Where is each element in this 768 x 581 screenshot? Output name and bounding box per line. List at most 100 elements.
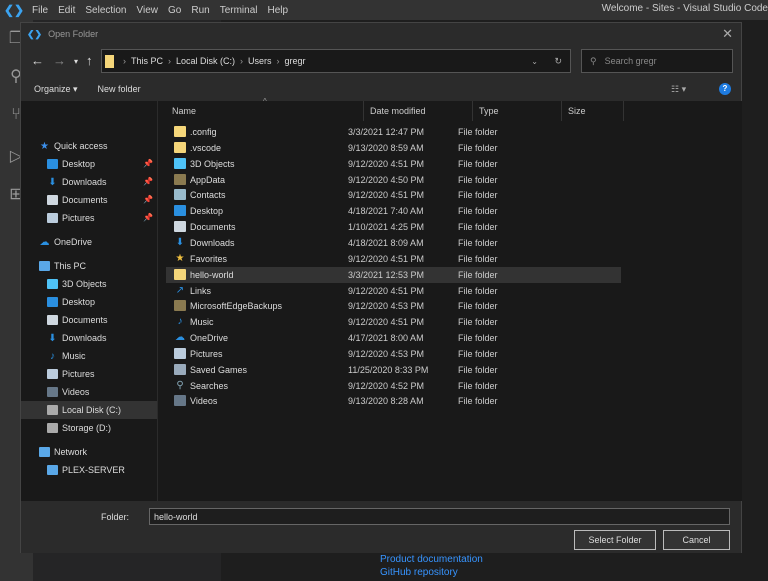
new-folder-button[interactable]: New folder bbox=[98, 84, 141, 94]
file-row[interactable]: ♪ Music 9/12/2020 4:51 PM File folder bbox=[166, 314, 621, 330]
menu-go[interactable]: Go bbox=[168, 5, 181, 16]
nav-item[interactable]: Local Disk (C:) bbox=[21, 401, 157, 419]
breadcrumb-item[interactable]: This PC bbox=[131, 56, 163, 66]
file-row[interactable]: Videos 9/13/2020 8:28 AM File folder bbox=[166, 393, 621, 409]
window-title: Welcome - Sites - Visual Studio Code bbox=[601, 3, 768, 14]
file-row[interactable]: Contacts 9/12/2020 4:51 PM File folder bbox=[166, 187, 621, 203]
file-row[interactable]: AppData 9/12/2020 4:50 PM File folder bbox=[166, 172, 621, 188]
star-icon: ★ bbox=[175, 252, 185, 264]
file-row[interactable]: .vscode 9/13/2020 8:59 AM File folder bbox=[166, 140, 621, 156]
nav-item[interactable]: ★ Quick access bbox=[21, 137, 157, 155]
file-row[interactable]: MicrosoftEdgeBackups 9/12/2020 4:53 PM Fil… bbox=[166, 298, 621, 314]
organize-button[interactable]: Organize ▾ bbox=[34, 84, 78, 95]
column-header-date[interactable]: Date modified bbox=[364, 101, 473, 121]
file-row[interactable]: Desktop 4/18/2021 7:40 AM File folder bbox=[166, 203, 621, 219]
breadcrumb-item[interactable]: Local Disk (C:) bbox=[176, 56, 235, 66]
refresh-icon[interactable]: ↻ bbox=[554, 56, 562, 67]
nav-item[interactable]: Desktop 📌 bbox=[21, 155, 157, 173]
nav-item-label: Desktop bbox=[62, 297, 96, 307]
breadcrumb-separator-icon: › bbox=[240, 56, 244, 66]
menu-selection[interactable]: Selection bbox=[85, 5, 126, 16]
breadcrumb-item[interactable]: Users bbox=[248, 56, 272, 66]
help-icon[interactable]: ? bbox=[719, 83, 731, 95]
file-row[interactable]: Saved Games 11/25/2020 8:33 PM File folder bbox=[166, 362, 621, 378]
nav-item[interactable]: ☁ OneDrive bbox=[21, 233, 157, 251]
file-name: Searches bbox=[190, 380, 229, 391]
file-row[interactable]: 3D Objects 9/12/2020 4:51 PM File folder bbox=[166, 156, 621, 172]
file-row[interactable]: ⬇ Downloads 4/18/2021 8:09 AM File folder bbox=[166, 235, 621, 251]
nav-item[interactable]: Pictures bbox=[21, 365, 157, 383]
menu-file[interactable]: File bbox=[32, 5, 48, 16]
picture-icon bbox=[47, 369, 58, 379]
menu-run[interactable]: Run bbox=[191, 5, 209, 16]
nav-item[interactable]: ⬇ Downloads 📌 bbox=[21, 173, 157, 191]
nav-item[interactable]: 3D Objects bbox=[21, 275, 157, 293]
pin-icon: 📌 bbox=[143, 159, 153, 168]
file-row[interactable]: .config 3/3/2021 12:47 PM File folder bbox=[166, 124, 621, 140]
saved-games-icon bbox=[174, 363, 186, 375]
menu-help[interactable]: Help bbox=[268, 5, 289, 16]
nav-item[interactable]: Network bbox=[21, 443, 157, 461]
download-icon: ⬇ bbox=[175, 236, 185, 248]
file-row[interactable]: ↗ Links 9/12/2020 4:51 PM File folder bbox=[166, 283, 621, 299]
picture-icon bbox=[174, 347, 186, 359]
nav-item[interactable]: Desktop bbox=[21, 293, 157, 311]
file-row[interactable]: Documents 1/10/2021 4:25 PM File folder bbox=[166, 219, 621, 235]
nav-item[interactable]: ♪ Music bbox=[21, 347, 157, 365]
nav-item[interactable]: PLEX-SERVER bbox=[21, 461, 157, 479]
file-type: File folder bbox=[458, 380, 498, 391]
nav-item[interactable]: This PC bbox=[21, 257, 157, 275]
nav-item[interactable]: Documents bbox=[21, 311, 157, 329]
desktop-icon bbox=[174, 205, 186, 217]
star-icon: ★ bbox=[40, 141, 49, 152]
nav-item-label: Downloads bbox=[62, 177, 107, 187]
menu-edit[interactable]: Edit bbox=[58, 5, 75, 16]
file-date: 4/18/2021 7:40 AM bbox=[348, 206, 424, 217]
file-row[interactable]: Pictures 9/12/2020 4:53 PM File folder bbox=[166, 346, 621, 362]
file-name: Links bbox=[190, 285, 212, 296]
folder-input[interactable] bbox=[149, 508, 730, 525]
file-row[interactable]: ★ Favorites 9/12/2020 4:51 PM File folder bbox=[166, 251, 621, 267]
nav-item[interactable]: Videos bbox=[21, 383, 157, 401]
menu-terminal[interactable]: Terminal bbox=[220, 5, 258, 16]
column-header-type[interactable]: Type bbox=[473, 101, 562, 121]
product-documentation-link[interactable]: Product documentation bbox=[380, 553, 483, 566]
file-name: Pictures bbox=[190, 348, 223, 359]
forward-button[interactable]: → bbox=[53, 53, 66, 68]
address-dropdown-icon[interactable]: ⌄ bbox=[531, 57, 538, 66]
nav-item[interactable]: Storage (D:) bbox=[21, 419, 157, 437]
cancel-button[interactable]: Cancel bbox=[663, 530, 730, 550]
github-repository-link[interactable]: GitHub repository bbox=[380, 566, 483, 579]
up-button[interactable]: ↑ bbox=[86, 53, 93, 68]
nav-item[interactable]: Pictures 📌 bbox=[21, 209, 157, 227]
file-name: MicrosoftEdgeBackups bbox=[190, 301, 283, 312]
select-folder-button[interactable]: Select Folder bbox=[574, 530, 656, 550]
nav-item-label: This PC bbox=[54, 261, 87, 271]
welcome-links: Product documentation GitHub repository bbox=[380, 553, 483, 579]
desktop-icon bbox=[47, 159, 58, 169]
nav-item-label: Documents bbox=[62, 195, 108, 205]
folder-icon bbox=[105, 54, 114, 68]
view-options-icon[interactable]: ☷ ▾ bbox=[671, 84, 686, 95]
file-date: 9/13/2020 8:28 AM bbox=[348, 396, 424, 407]
file-row[interactable]: ☁ OneDrive 4/17/2021 8:00 AM File folder bbox=[166, 330, 621, 346]
file-name: Desktop bbox=[190, 206, 224, 217]
file-name: hello-world bbox=[190, 269, 234, 280]
file-name-cell: ☁ OneDrive bbox=[166, 330, 348, 346]
file-row[interactable]: hello-world 3/3/2021 12:53 PM File folder bbox=[166, 266, 621, 283]
file-type: File folder bbox=[458, 301, 498, 312]
download-icon: ⬇ bbox=[48, 333, 57, 344]
nav-item[interactable]: Documents 📌 bbox=[21, 191, 157, 209]
file-date: 9/12/2020 4:51 PM bbox=[348, 190, 425, 201]
dialog-title-bar: ❮❯ Open Folder ✕ bbox=[21, 23, 741, 45]
close-icon[interactable]: ✕ bbox=[722, 26, 733, 42]
nav-item[interactable]: ⬇ Downloads bbox=[21, 329, 157, 347]
column-header-size[interactable]: Size bbox=[562, 101, 624, 121]
breadcrumb-item[interactable]: gregr bbox=[285, 56, 306, 66]
back-button[interactable]: ← bbox=[31, 53, 44, 68]
file-row[interactable]: ⚲ Searches 9/12/2020 4:52 PM File folder bbox=[166, 378, 621, 394]
address-bar[interactable]: › This PC › Local Disk (C:) › Users › gregr ⌄ ↻ bbox=[101, 49, 571, 73]
search-box[interactable]: ⚲ Search gregr bbox=[581, 49, 733, 73]
recent-locations-chevron-icon[interactable]: ▾ bbox=[74, 57, 78, 66]
menu-view[interactable]: View bbox=[137, 5, 159, 16]
